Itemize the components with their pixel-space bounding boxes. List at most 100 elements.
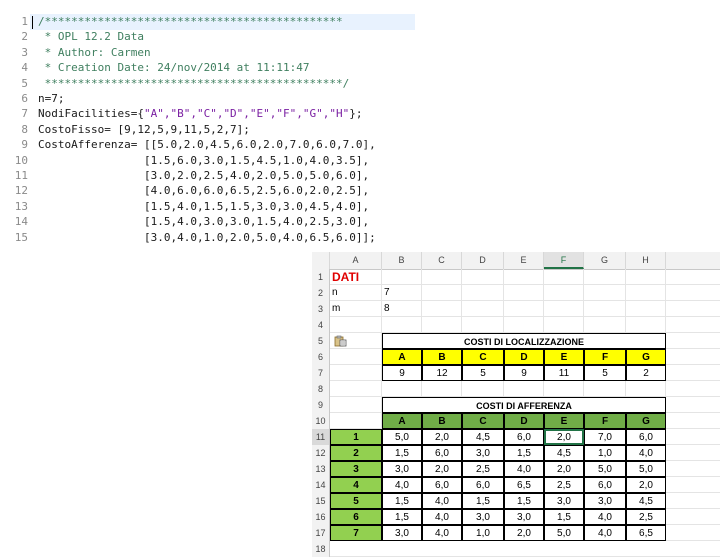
aff-letter-cell[interactable]: E xyxy=(544,413,584,429)
afferenza-cost-header[interactable]: COSTI DI AFFERENZA xyxy=(382,397,666,413)
aff-letter-cell[interactable]: D xyxy=(504,413,544,429)
aff-value-cell[interactable]: 4,5 xyxy=(626,493,666,509)
select-all-corner[interactable] xyxy=(312,252,330,269)
aff-value-cell[interactable]: 7,0 xyxy=(584,429,626,445)
loc-letter-cell[interactable]: B xyxy=(422,349,462,365)
aff-value-cell[interactable]: 4,0 xyxy=(504,461,544,477)
aff-value-cell[interactable]: 4,0 xyxy=(382,477,422,493)
row-header-11[interactable]: 11 xyxy=(312,429,330,445)
aff-value-cell[interactable]: 2,0 xyxy=(544,429,584,445)
aff-value-cell[interactable]: 4,0 xyxy=(584,525,626,541)
aff-row-label-cell[interactable]: 4 xyxy=(330,477,382,493)
aff-value-cell[interactable]: 4,0 xyxy=(422,525,462,541)
row-header-2[interactable]: 2 xyxy=(312,285,330,301)
aff-value-cell[interactable]: 6,0 xyxy=(462,477,504,493)
m-label-cell[interactable]: m xyxy=(330,301,382,317)
aff-value-cell[interactable]: 2,5 xyxy=(462,461,504,477)
aff-value-cell[interactable]: 3,0 xyxy=(382,461,422,477)
row-header-12[interactable]: 12 xyxy=(312,445,330,461)
aff-value-cell[interactable]: 2,5 xyxy=(544,477,584,493)
row-header-18[interactable]: 18 xyxy=(312,541,330,557)
aff-row-label-cell[interactable]: 6 xyxy=(330,509,382,525)
aff-value-cell[interactable]: 2,0 xyxy=(504,525,544,541)
aff-letter-cell[interactable]: F xyxy=(584,413,626,429)
column-header-c[interactable]: C xyxy=(422,252,462,269)
code-editor[interactable]: 1 /**************************************… xyxy=(0,14,415,246)
spreadsheet[interactable]: ABCDEFGH DATI n 7 m 8 COSTI DI LOCALIZZAZIONE… xyxy=(312,252,720,557)
aff-value-cell[interactable]: 2,5 xyxy=(626,509,666,525)
loc-letter-cell[interactable]: F xyxy=(584,349,626,365)
aff-value-cell[interactable]: 3,0 xyxy=(462,509,504,525)
loc-value-cell[interactable]: 2 xyxy=(626,365,666,381)
loc-letter-cell[interactable]: C xyxy=(462,349,504,365)
aff-value-cell[interactable]: 4,0 xyxy=(584,509,626,525)
aff-value-cell[interactable]: 1,0 xyxy=(584,445,626,461)
row-header-8[interactable]: 8 xyxy=(312,381,330,397)
column-header-g[interactable]: G xyxy=(584,252,626,269)
row-header-16[interactable]: 16 xyxy=(312,509,330,525)
aff-row-label-cell[interactable]: 5 xyxy=(330,493,382,509)
aff-value-cell[interactable]: 1,5 xyxy=(382,445,422,461)
row-header-17[interactable]: 17 xyxy=(312,525,330,541)
aff-value-cell[interactable]: 5,0 xyxy=(584,461,626,477)
aff-value-cell[interactable]: 3,0 xyxy=(504,509,544,525)
aff-value-cell[interactable]: 6,0 xyxy=(626,429,666,445)
loc-value-cell[interactable]: 5 xyxy=(584,365,626,381)
aff-value-cell[interactable]: 2,0 xyxy=(422,429,462,445)
aff-value-cell[interactable]: 4,5 xyxy=(462,429,504,445)
aff-value-cell[interactable]: 2,0 xyxy=(544,461,584,477)
aff-value-cell[interactable]: 2,0 xyxy=(626,477,666,493)
aff-letter-cell[interactable]: C xyxy=(462,413,504,429)
aff-value-cell[interactable]: 3,0 xyxy=(462,445,504,461)
aff-row-label-cell[interactable]: 3 xyxy=(330,461,382,477)
aff-row-label-cell[interactable]: 7 xyxy=(330,525,382,541)
aff-value-cell[interactable]: 6,0 xyxy=(422,445,462,461)
aff-row-label-cell[interactable]: 1 xyxy=(330,429,382,445)
aff-value-cell[interactable]: 3,0 xyxy=(544,493,584,509)
m-value-cell[interactable]: 8 xyxy=(382,301,422,317)
column-header-d[interactable]: D xyxy=(462,252,504,269)
paste-options-icon[interactable] xyxy=(334,335,348,347)
aff-row-label-cell[interactable]: 2 xyxy=(330,445,382,461)
column-header-b[interactable]: B xyxy=(382,252,422,269)
loc-letter-cell[interactable]: G xyxy=(626,349,666,365)
aff-value-cell[interactable]: 5,0 xyxy=(382,429,422,445)
aff-value-cell[interactable]: 6,0 xyxy=(422,477,462,493)
column-header-e[interactable]: E xyxy=(504,252,544,269)
aff-value-cell[interactable]: 1,5 xyxy=(544,509,584,525)
aff-value-cell[interactable]: 5,0 xyxy=(544,525,584,541)
n-label-cell[interactable]: n xyxy=(330,285,382,301)
sheet-title-cell[interactable]: DATI xyxy=(330,269,382,285)
localization-cost-header[interactable]: COSTI DI LOCALIZZAZIONE xyxy=(382,333,666,349)
loc-letter-cell[interactable]: A xyxy=(382,349,422,365)
row-header-9[interactable]: 9 xyxy=(312,397,330,413)
aff-value-cell[interactable]: 3,0 xyxy=(584,493,626,509)
row-header-7[interactable]: 7 xyxy=(312,365,330,381)
row-header-10[interactable]: 10 xyxy=(312,413,330,429)
aff-value-cell[interactable]: 2,0 xyxy=(422,461,462,477)
aff-letter-cell[interactable]: G xyxy=(626,413,666,429)
aff-value-cell[interactable]: 6,0 xyxy=(584,477,626,493)
row-header-6[interactable]: 6 xyxy=(312,349,330,365)
row-header-15[interactable]: 15 xyxy=(312,493,330,509)
column-header-h[interactable]: H xyxy=(626,252,666,269)
aff-value-cell[interactable]: 6,0 xyxy=(504,429,544,445)
row-header-4[interactable]: 4 xyxy=(312,317,330,333)
aff-value-cell[interactable]: 4,0 xyxy=(422,493,462,509)
aff-letter-cell[interactable]: A xyxy=(382,413,422,429)
aff-letter-cell[interactable]: B xyxy=(422,413,462,429)
aff-value-cell[interactable]: 1,5 xyxy=(382,493,422,509)
loc-value-cell[interactable]: 12 xyxy=(422,365,462,381)
row-header-3[interactable]: 3 xyxy=(312,301,330,317)
row-header-14[interactable]: 14 xyxy=(312,477,330,493)
aff-value-cell[interactable]: 6,5 xyxy=(504,477,544,493)
row-header-5[interactable]: 5 xyxy=(312,333,330,349)
loc-value-cell[interactable]: 11 xyxy=(544,365,584,381)
aff-value-cell[interactable]: 4,0 xyxy=(422,509,462,525)
loc-letter-cell[interactable]: D xyxy=(504,349,544,365)
column-header-a[interactable]: A xyxy=(330,252,382,269)
aff-value-cell[interactable]: 1,5 xyxy=(504,445,544,461)
aff-value-cell[interactable]: 4,5 xyxy=(544,445,584,461)
aff-value-cell[interactable]: 1,5 xyxy=(504,493,544,509)
aff-value-cell[interactable]: 5,0 xyxy=(626,461,666,477)
